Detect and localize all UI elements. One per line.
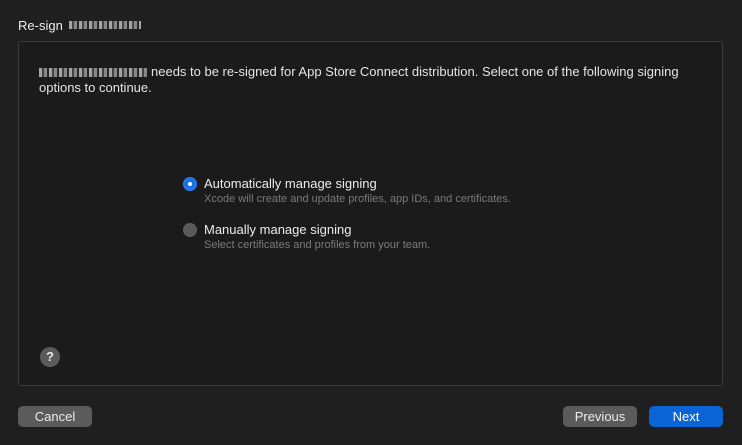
dialog-title-text: Re-sign [18,17,63,33]
signing-options: Automatically manage signing Xcode will … [183,175,511,267]
radio-unselected-icon[interactable] [183,223,197,237]
option-manual-description: Select certificates and profiles from yo… [204,239,431,251]
signing-options-panel: needs to be re-signed for App Store Conn… [18,41,723,386]
description-text: needs to be re-signed for App Store Conn… [39,64,699,96]
dialog-title: Re-sign [18,16,141,34]
next-button[interactable]: Next [649,406,723,427]
option-automatic-signing[interactable]: Automatically manage signing Xcode will … [183,175,511,206]
option-manual-signing[interactable]: Manually manage signing Select certifica… [183,221,511,252]
option-manual-label: Manually manage signing [204,222,352,237]
radio-selected-icon[interactable] [183,177,197,191]
option-automatic-label: Automatically manage signing [204,176,377,191]
previous-button[interactable]: Previous [563,406,637,427]
cancel-button[interactable]: Cancel [18,406,92,427]
resign-dialog: Re-sign needs to be re-signed for App St… [0,0,742,445]
redacted-app-name [68,21,141,29]
option-automatic-description: Xcode will create and update profiles, a… [204,193,511,205]
help-icon[interactable]: ? [40,347,60,367]
redacted-app-name-inline [39,68,147,78]
